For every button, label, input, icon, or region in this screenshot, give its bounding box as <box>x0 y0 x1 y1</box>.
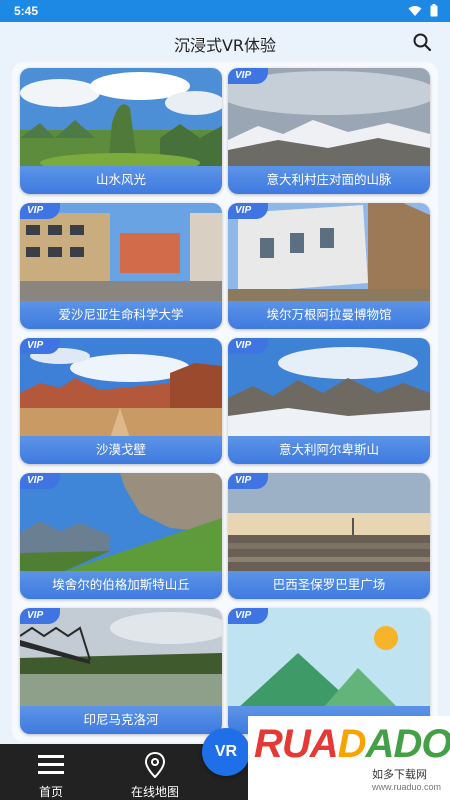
scene-card[interactable]: VIP 埃尔万根阿拉曼博物馆 <box>228 203 430 329</box>
scene-thumbnail <box>20 68 222 168</box>
vr-scene-grid: 山水风光 VIP 意大利村庄对面的山脉 VIP 爱沙尼亚生命科学大学 VIP 埃… <box>12 62 438 742</box>
vip-badge: VIP <box>228 608 268 624</box>
vip-badge: VIP <box>20 473 60 489</box>
card-caption: 意大利阿尔卑斯山 <box>228 436 430 464</box>
watermark-logo: RUADADO 如多下载网 www.ruaduo.com <box>248 716 450 800</box>
card-caption: 印尼马克洛河 <box>20 706 222 734</box>
card-caption: 沙漠戈壁 <box>20 436 222 464</box>
vip-badge: VIP <box>20 608 60 624</box>
watermark-url: www.ruaduo.com <box>372 782 442 792</box>
vip-badge: VIP <box>20 203 60 219</box>
card-caption: 巴西圣保罗巴里广场 <box>228 571 430 599</box>
nav-home[interactable]: 首页 <box>6 748 96 800</box>
scene-card[interactable]: VIP 埃舍尔的伯格加斯特山丘 <box>20 473 222 599</box>
scene-card[interactable]: VIP 印尼马克洛河 <box>20 608 222 734</box>
card-caption: 意大利村庄对面的山脉 <box>228 166 430 194</box>
scene-card[interactable]: VIP 巴西圣保罗巴里广场 <box>228 473 430 599</box>
status-icons <box>408 4 438 17</box>
search-icon[interactable] <box>412 32 432 52</box>
wifi-icon <box>408 5 422 16</box>
vip-badge: VIP <box>228 68 268 84</box>
menu-icon <box>38 755 64 774</box>
scene-card[interactable]: VIP 爱沙尼亚生命科学大学 <box>20 203 222 329</box>
scene-card[interactable]: VIP 沙漠戈壁 <box>20 338 222 464</box>
vr-button[interactable]: VR <box>202 728 250 776</box>
watermark-text: 如多下载网 <box>372 768 427 781</box>
card-caption: 山水风光 <box>20 166 222 194</box>
vip-badge: VIP <box>228 473 268 489</box>
watermark-logo-text: RUADADO <box>254 722 450 766</box>
battery-icon <box>430 4 438 17</box>
card-caption: 爱沙尼亚生命科学大学 <box>20 301 222 329</box>
location-pin-icon <box>144 752 166 778</box>
nav-map[interactable]: 在线地图 <box>110 748 200 800</box>
vip-badge: VIP <box>228 203 268 219</box>
status-time: 5:45 <box>14 4 39 18</box>
nav-map-label: 在线地图 <box>130 785 179 799</box>
scene-card[interactable]: VIP 意大利阿尔卑斯山 <box>228 338 430 464</box>
nav-home-label: 首页 <box>38 785 63 799</box>
status-bar: 5:45 <box>0 0 450 22</box>
page-title: 沉浸式VR体验 <box>173 36 277 55</box>
scene-card[interactable]: VIP 意大利村庄对面的山脉 <box>228 68 430 194</box>
vip-badge: VIP <box>20 338 60 354</box>
vip-badge: VIP <box>228 338 268 354</box>
scene-card[interactable]: 山水风光 <box>20 68 222 194</box>
app-bar: 沉浸式VR体验 <box>0 22 450 62</box>
card-caption: 埃尔万根阿拉曼博物馆 <box>228 301 430 329</box>
card-caption: 埃舍尔的伯格加斯特山丘 <box>20 571 222 599</box>
